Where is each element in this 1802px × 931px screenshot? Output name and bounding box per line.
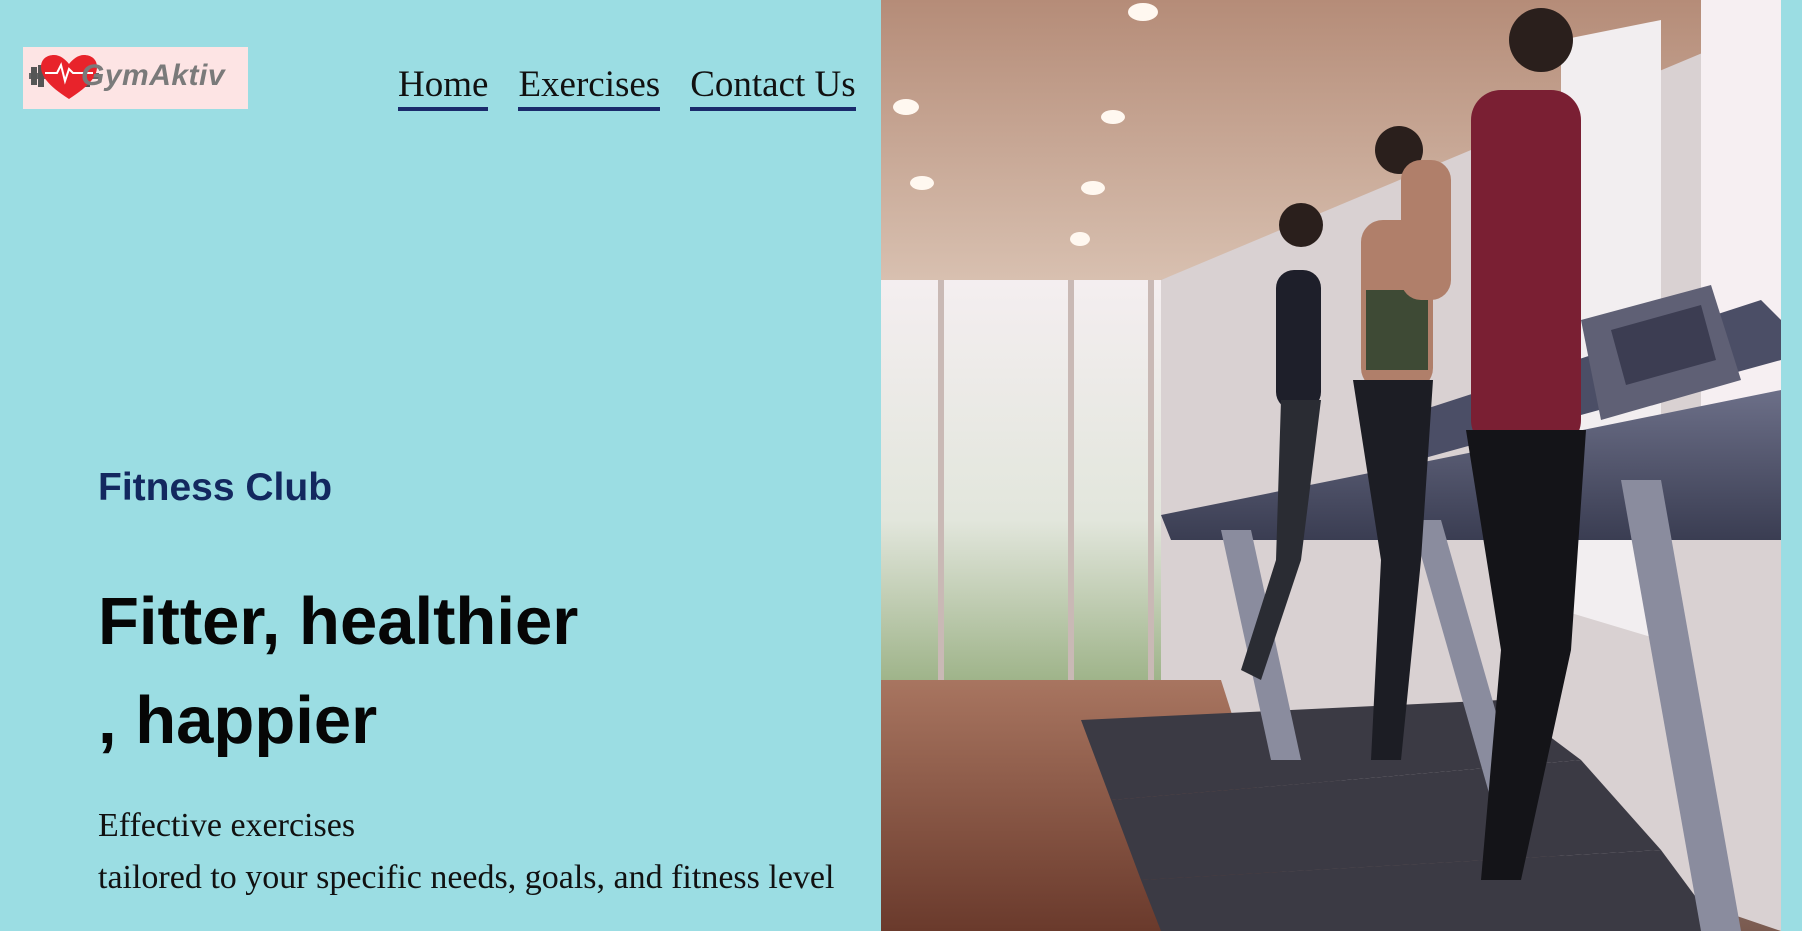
hero-image (881, 0, 1781, 931)
logo-text: GymAktiv (81, 59, 226, 92)
hero-description: Effective exercises tailored to your spe… (98, 800, 834, 904)
hero-headline: Fitter, healthier , happier (98, 572, 818, 770)
headline-line-1: Fitter, healthier (98, 584, 579, 659)
description-line-1: Effective exercises (98, 807, 356, 844)
headline-line-2: , happier (98, 683, 378, 758)
eyebrow-title: Fitness Club (98, 466, 333, 509)
nav-contact-link[interactable]: Contact Us (690, 65, 856, 111)
description-line-2: tailored to your specific needs, goals, … (98, 859, 835, 896)
logo[interactable]: GymAktiv (23, 47, 248, 109)
gym-treadmill-runners-photo (881, 0, 1781, 931)
nav-exercises-link[interactable]: Exercises (518, 65, 661, 111)
main-nav: Home Exercises Contact Us (398, 65, 856, 111)
right-edge-strip (1781, 0, 1802, 931)
nav-home-link[interactable]: Home (398, 65, 489, 111)
hero-text-panel: GymAktiv Home Exercises Contact Us Fitne… (0, 0, 881, 931)
